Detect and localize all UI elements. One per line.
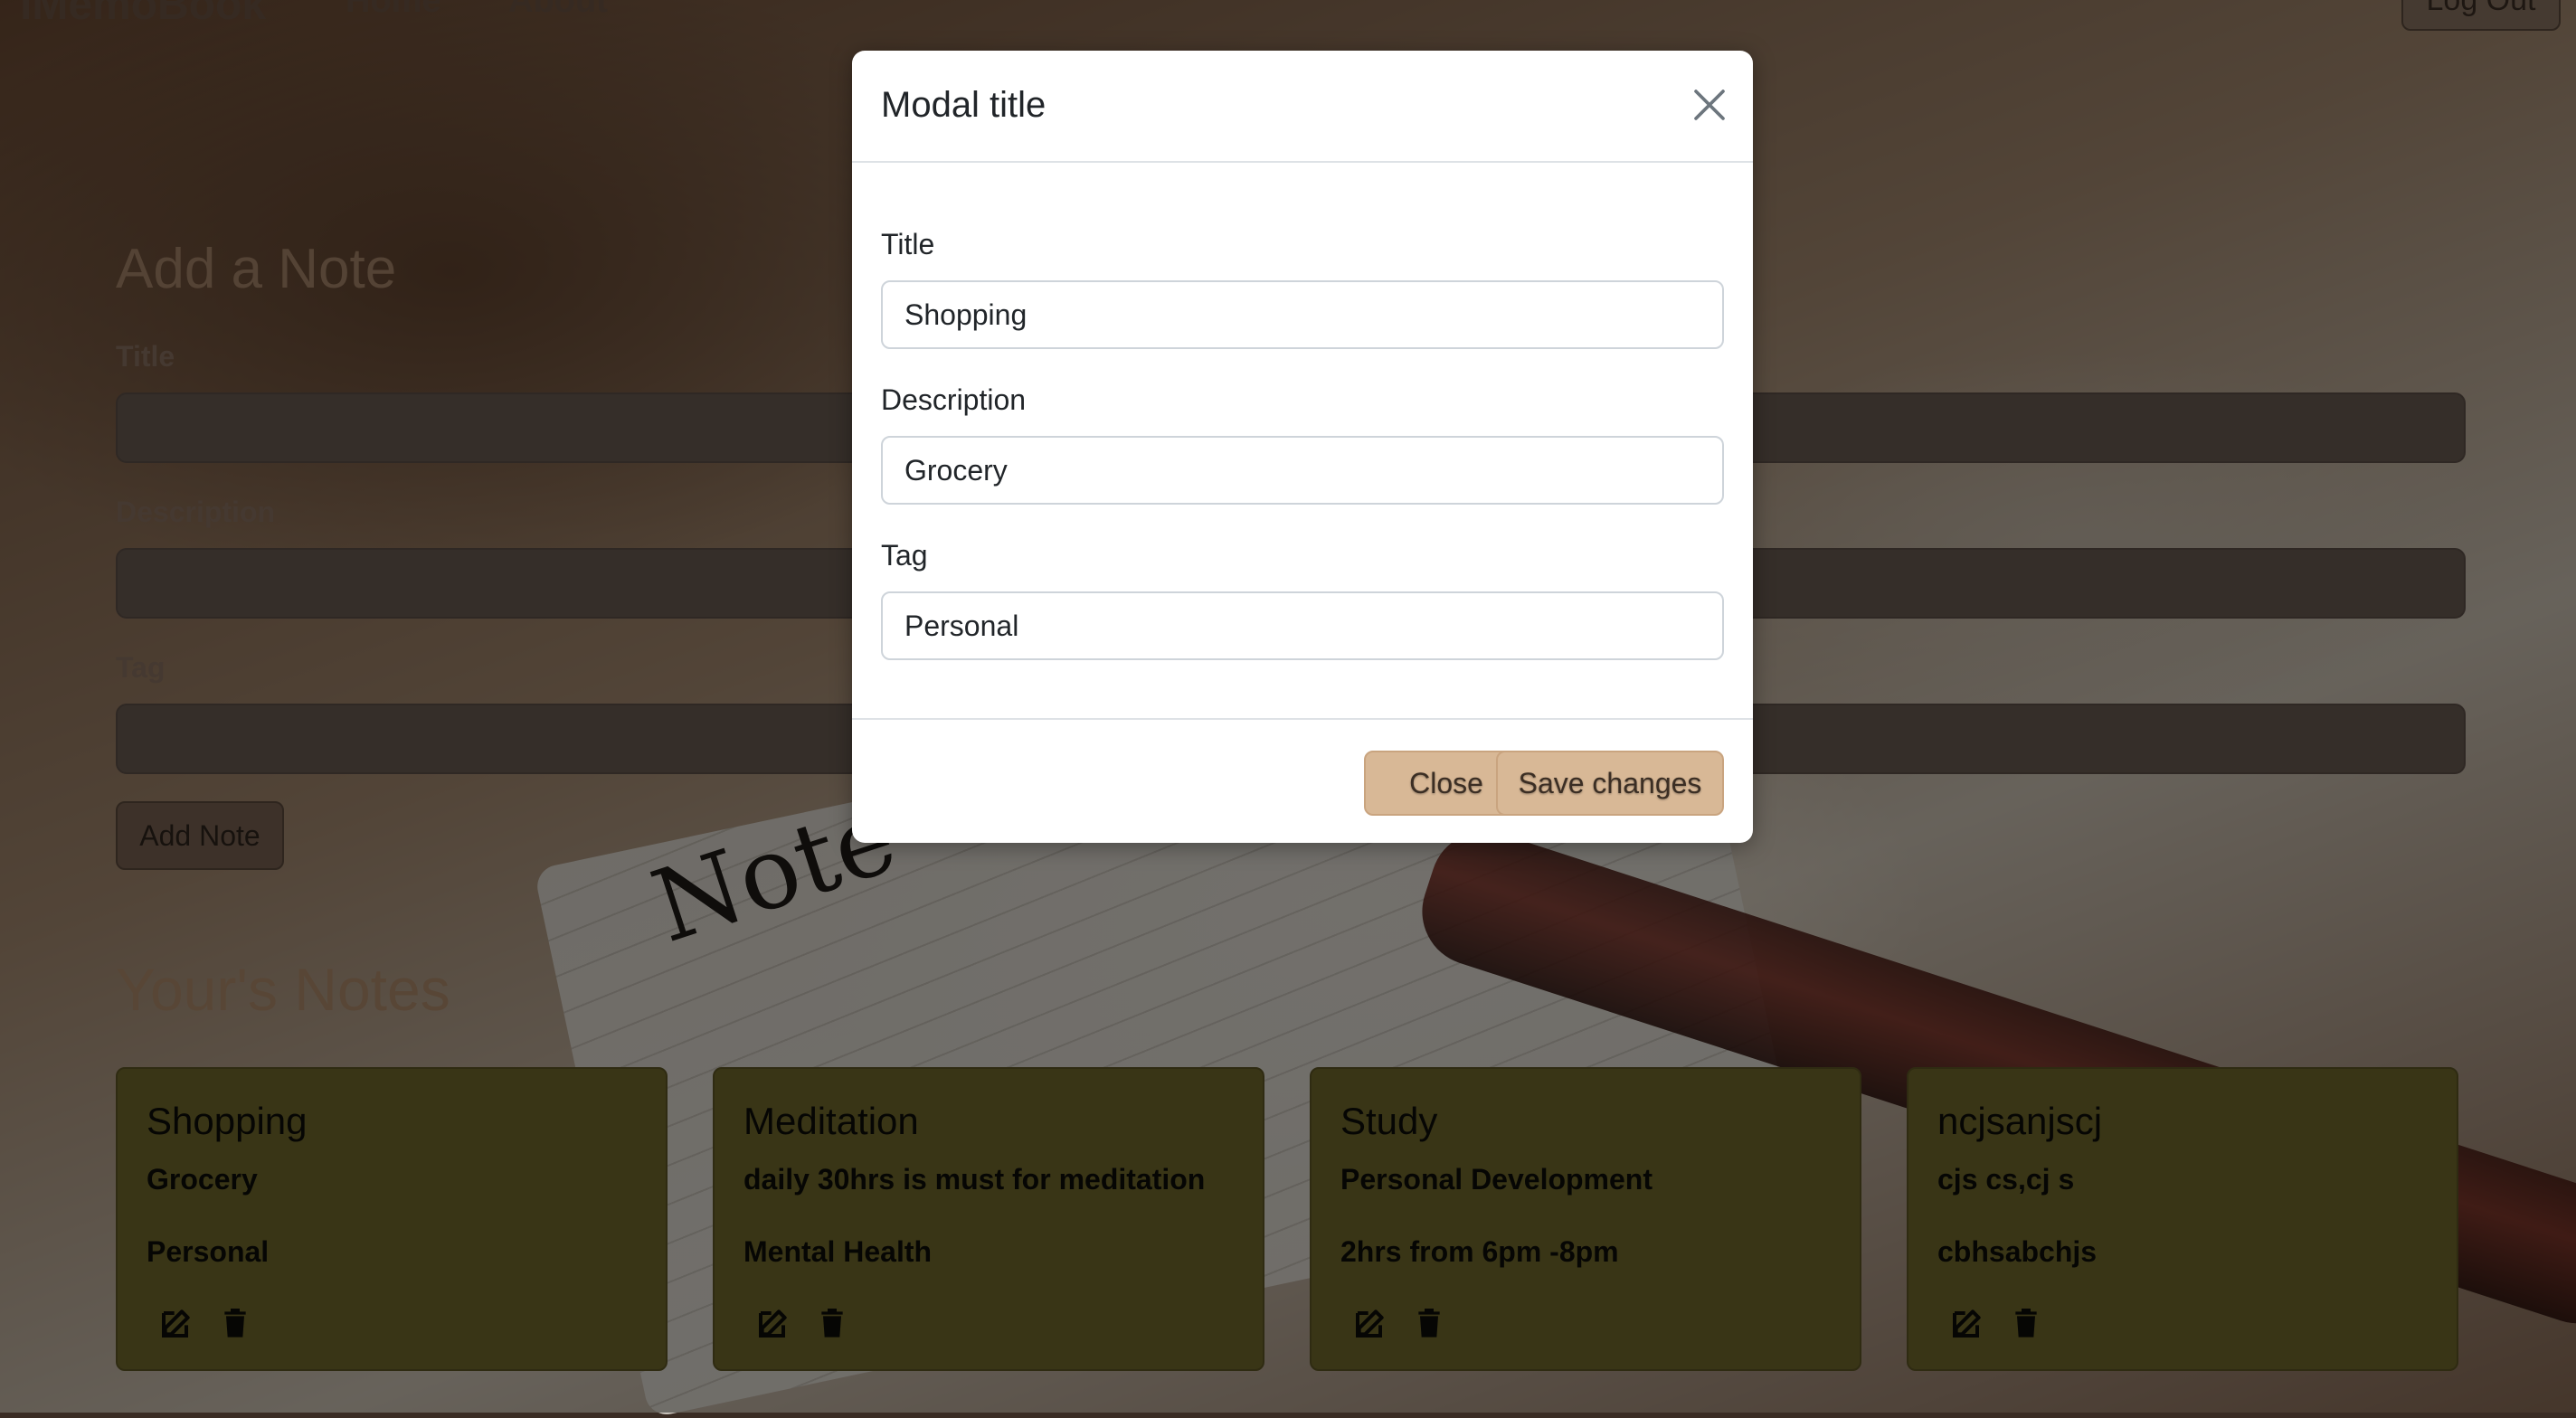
modal-description-label: Description xyxy=(881,383,1027,416)
modal-header: Modal title xyxy=(852,51,1753,163)
modal-description-input[interactable] xyxy=(881,436,1724,505)
close-icon[interactable] xyxy=(1691,87,1728,123)
modal-title-input[interactable] xyxy=(881,280,1724,349)
modal-title-label: Title xyxy=(881,228,935,260)
modal-footer: Close Save changes xyxy=(852,718,1753,843)
save-changes-button[interactable]: Save changes xyxy=(1496,751,1724,816)
modal-tag-input[interactable] xyxy=(881,591,1724,660)
edit-note-modal: Modal title Title Description Tag Close … xyxy=(852,51,1753,843)
modal-title: Modal title xyxy=(881,85,1046,125)
modal-tag-label: Tag xyxy=(881,539,928,572)
